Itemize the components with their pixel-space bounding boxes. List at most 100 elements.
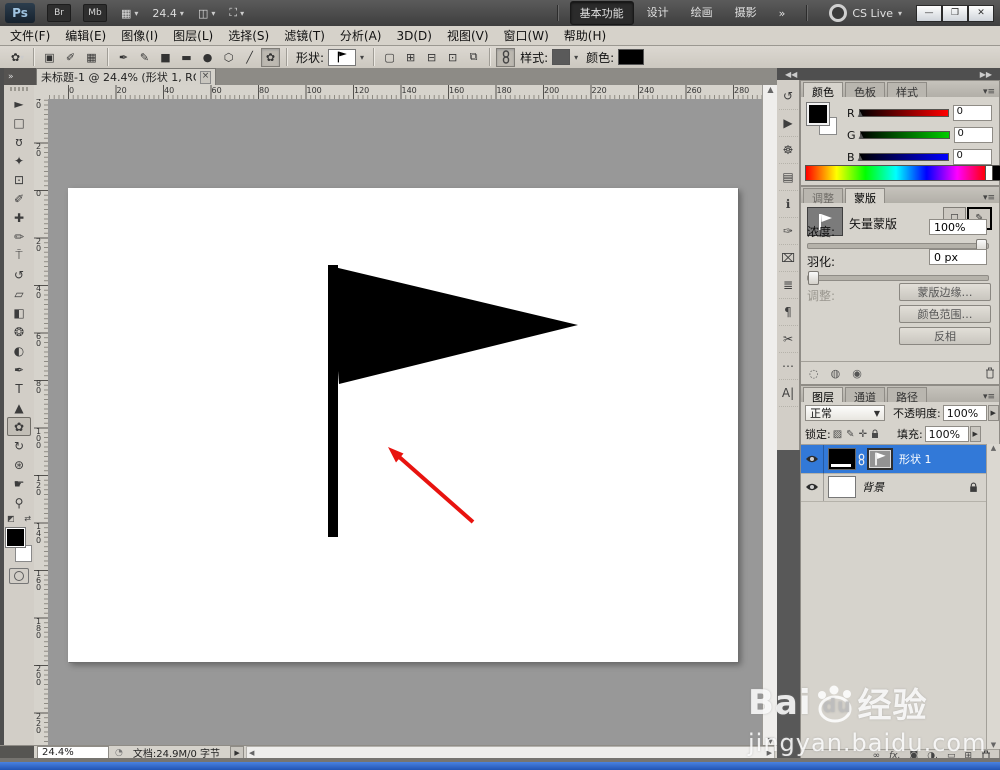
palette-grip[interactable] — [10, 87, 28, 91]
workspace-基本功能[interactable]: 基本功能 — [569, 1, 634, 25]
canvas-viewport[interactable] — [48, 99, 762, 745]
visibility-cell[interactable] — [801, 445, 824, 473]
op-exclude-shape[interactable]: ⧉ — [464, 48, 483, 67]
expand-panels-icon[interactable]: ▶▶ — [980, 70, 992, 79]
tool-gradient[interactable]: ◧ — [7, 303, 31, 322]
tab-paths[interactable]: 路径 — [887, 387, 927, 404]
mask-edge-button[interactable]: 蒙版边缘… — [899, 283, 991, 301]
drawtool-ellipse[interactable]: ● — [198, 48, 217, 67]
tool-rotate-3d[interactable]: ↻ — [7, 436, 31, 455]
tool-brush[interactable]: ✏ — [7, 227, 31, 246]
mask-link-icon[interactable] — [858, 453, 865, 466]
tool-camera-3d[interactable]: ⊛ — [7, 455, 31, 474]
drawtool-line[interactable]: ╱ — [240, 48, 259, 67]
layer-name[interactable]: 背景 — [862, 479, 884, 495]
slider-thumb-icon[interactable]: ▲ — [858, 154, 863, 162]
tab-close-icon[interactable]: × — [200, 70, 211, 84]
blend-mode-dropdown[interactable]: 正常 ▼ — [805, 405, 885, 421]
slider-handle[interactable] — [808, 271, 819, 285]
background-color-swatch[interactable] — [15, 545, 32, 562]
panel-icon-brush-presets[interactable]: ✑ — [778, 218, 798, 245]
panel-menu-icon[interactable]: ▾≡ — [983, 193, 995, 203]
workspace-设计[interactable]: 设计 — [638, 1, 678, 25]
mask-visibility-icon[interactable]: ◉ — [852, 367, 862, 380]
tool-zoom[interactable]: ⚲ — [7, 493, 31, 512]
foreground-color-swatch[interactable] — [807, 103, 829, 125]
drawtool-pen[interactable]: ✒ — [114, 48, 133, 67]
lock-all-icon[interactable] — [871, 429, 879, 439]
panel-menu-icon[interactable]: ▾≡ — [983, 87, 995, 97]
layer-thumbnail[interactable] — [828, 448, 856, 470]
red-value-field[interactable]: 0 — [952, 105, 992, 121]
tool-lasso[interactable]: ʊ — [7, 132, 31, 151]
menu-帮助(H)[interactable]: 帮助(H) — [564, 27, 606, 44]
blue-slider[interactable]: ▲ — [858, 153, 949, 162]
shape-color-swatch[interactable] — [618, 49, 645, 65]
tool-spot-healing[interactable]: ✚ — [7, 208, 31, 227]
cs-live-button[interactable]: CS Live ▾ — [829, 4, 902, 22]
mini-bridge-button[interactable]: Mb — [83, 4, 107, 22]
tool-eraser[interactable]: ▱ — [7, 284, 31, 303]
restore-button[interactable]: ❐ — [942, 4, 968, 22]
screen-mode-button[interactable]: ⛶ ▾ — [229, 6, 244, 20]
menu-选择(S)[interactable]: 选择(S) — [228, 27, 269, 44]
scroll-left-icon[interactable]: ◀ — [249, 749, 254, 757]
op-add-to-shape[interactable]: ⊞ — [401, 48, 420, 67]
menu-图像(I)[interactable]: 图像(I) — [121, 27, 158, 44]
scroll-right-icon[interactable]: ▶ — [767, 749, 772, 757]
fill-value-field[interactable]: 100% — [924, 426, 969, 442]
tool-quick-select[interactable]: ✦ — [7, 151, 31, 170]
bridge-button[interactable]: Br — [47, 4, 71, 22]
visibility-cell[interactable] — [801, 473, 824, 501]
tool-hand[interactable]: ☛ — [7, 474, 31, 493]
vertical-ruler[interactable]: 4020020406080100120140160180200220240 — [34, 99, 49, 745]
color-spectrum-bar[interactable] — [805, 165, 987, 181]
panel-icon-actions[interactable]: ▶ — [778, 110, 798, 137]
tool-preset-picker[interactable]: ✿ ▾ — [8, 48, 27, 67]
drawtool-rounded-rectangle[interactable]: ▬ — [177, 48, 196, 67]
style-swatch[interactable] — [552, 49, 571, 65]
workspace-overflow-button[interactable]: » — [770, 4, 795, 23]
layers-scrollbar[interactable]: ▲ ▼ — [986, 444, 1000, 749]
green-value-field[interactable]: 0 — [953, 127, 993, 143]
tool-history-brush[interactable]: ↺ — [7, 265, 31, 284]
invert-button[interactable]: 反相 — [899, 327, 991, 345]
op-subtract-from-shape[interactable]: ⊟ — [422, 48, 441, 67]
layer-name[interactable]: 形状 1 — [899, 451, 932, 467]
tool-pen[interactable]: ✒ — [7, 360, 31, 379]
drawtool-rectangle[interactable]: ■ — [156, 48, 175, 67]
tool-marquee[interactable]: □ — [7, 113, 31, 132]
drawtool-polygon[interactable]: ⬡ — [219, 48, 238, 67]
vertical-scrollbar[interactable]: ▲ ▼ — [762, 85, 778, 745]
view-extras-button[interactable]: ▦ ▾ — [121, 7, 138, 20]
layer-thumbnail[interactable] — [828, 476, 856, 498]
toolbar-collapse-button[interactable]: » — [4, 68, 38, 85]
tool-crop[interactable]: ⊡ — [7, 170, 31, 189]
menu-窗口(W)[interactable]: 窗口(W) — [504, 27, 549, 44]
arrange-documents-button[interactable]: ◫ ▾ — [198, 7, 215, 20]
green-slider[interactable]: ▲ — [859, 131, 950, 140]
lock-transparency-icon[interactable]: ▨ — [833, 429, 842, 440]
blue-value-field[interactable]: 0 — [952, 149, 992, 165]
load-selection-icon[interactable]: ◌ — [809, 367, 819, 380]
workspace-绘画[interactable]: 绘画 — [682, 1, 722, 25]
slider-thumb-icon[interactable]: ▲ — [859, 132, 864, 140]
menu-分析(A)[interactable]: 分析(A) — [340, 27, 382, 44]
panel-menu-icon[interactable]: ▾≡ — [983, 392, 995, 402]
panel-icon-character[interactable]: A| — [778, 380, 798, 407]
scroll-up-icon[interactable]: ▲ — [767, 85, 773, 94]
tool-clone-stamp[interactable]: ⍑ — [7, 246, 31, 265]
lock-pixels-icon[interactable]: ✎ — [846, 429, 854, 440]
panel-icon-histogram[interactable]: ▤ — [778, 164, 798, 191]
panel-icon-clone-source[interactable]: ⌧ — [778, 245, 798, 272]
close-button[interactable]: ✕ — [968, 4, 994, 22]
tab-adjustments[interactable]: 调整 — [803, 188, 843, 205]
panel-icon-history[interactable]: ↺ — [778, 83, 798, 110]
panel-icon-paragraph[interactable]: ¶ — [778, 299, 798, 326]
minimize-button[interactable]: — — [916, 4, 942, 22]
tool-eyedropper[interactable]: ✐ — [7, 189, 31, 208]
style-link-toggle[interactable] — [496, 47, 516, 67]
apply-mask-icon[interactable]: ◍ — [831, 367, 841, 380]
menu-滤镜(T)[interactable]: 滤镜(T) — [284, 27, 325, 44]
quick-mask-button[interactable] — [9, 568, 29, 584]
